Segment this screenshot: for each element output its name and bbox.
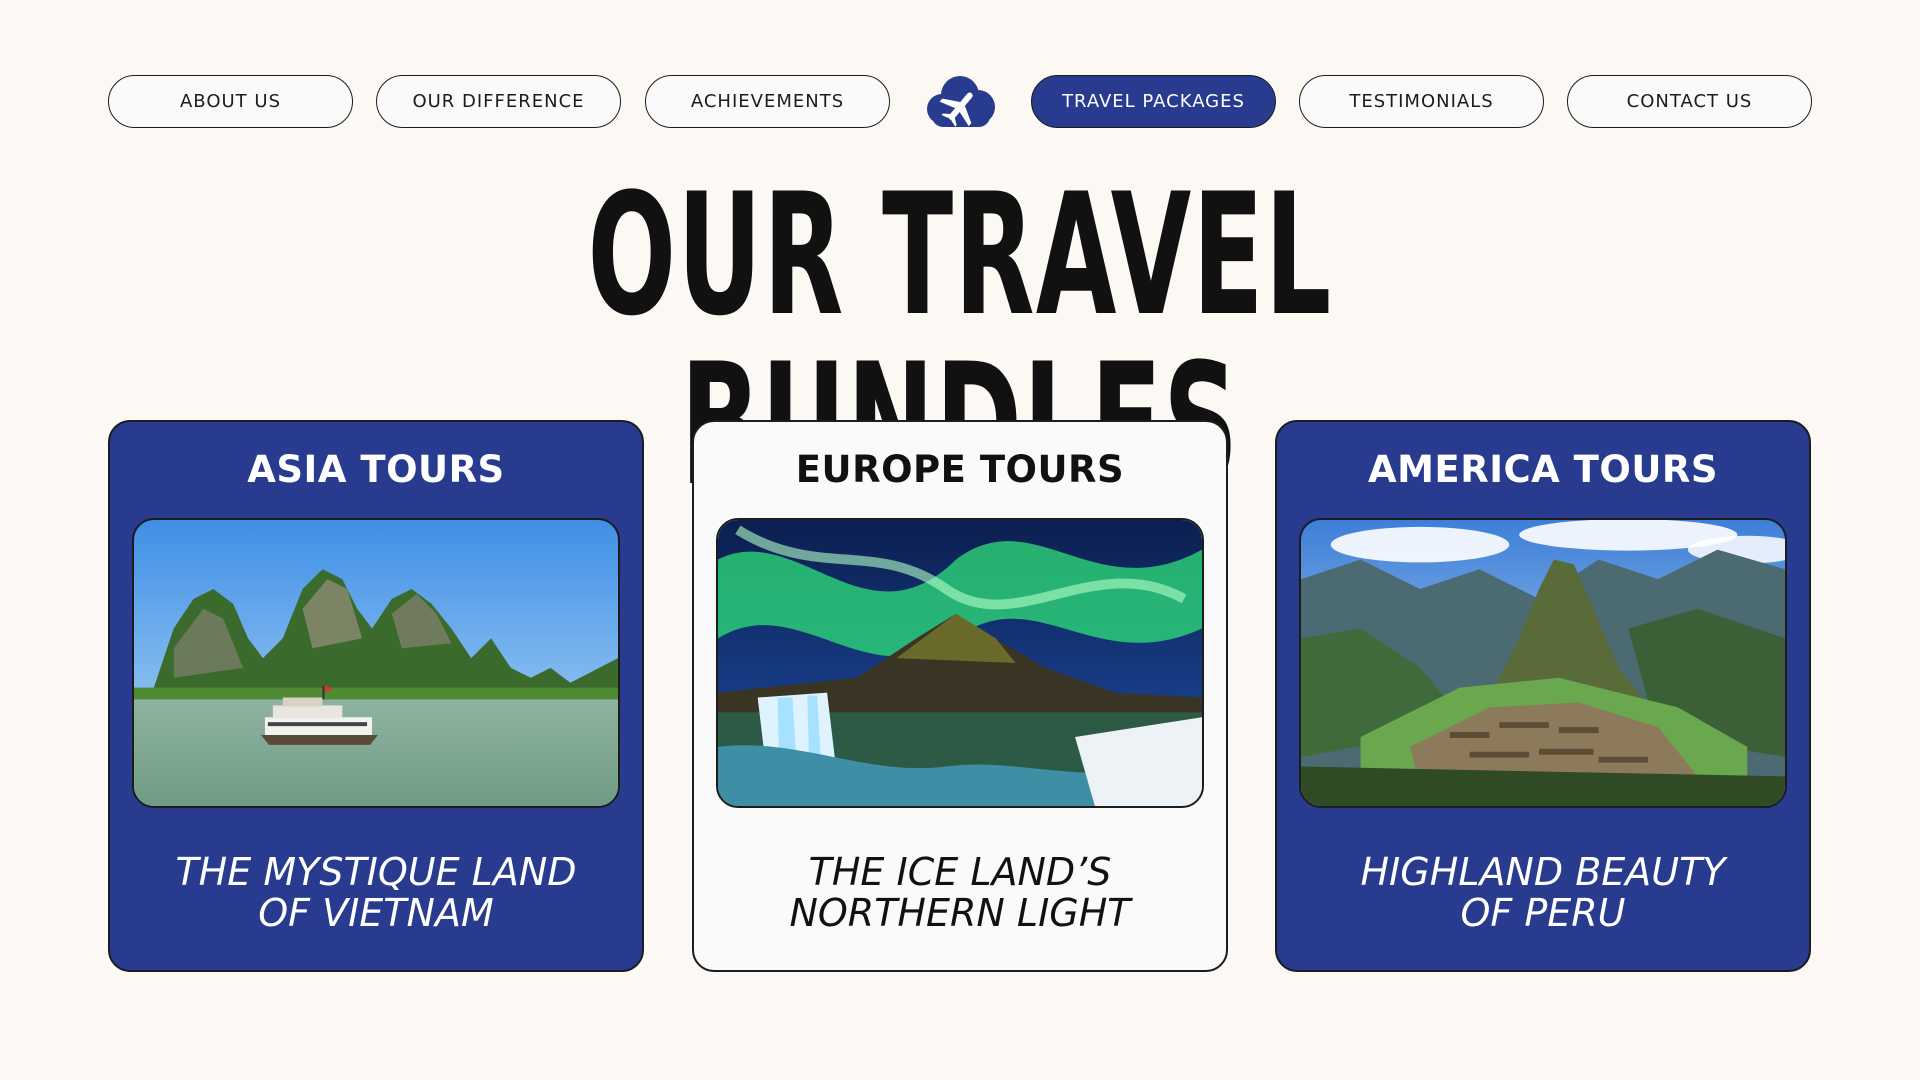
iceland-aurora-photo (716, 518, 1204, 808)
nav-contact-us-button[interactable]: CONTACT US (1567, 75, 1812, 128)
europe-tours-card[interactable]: EUROPE TOURS THE ICE LAND’S NORTHERN LIG… (692, 420, 1228, 972)
nav-achievements-button[interactable]: ACHIEVEMENTS (645, 75, 890, 128)
america-tours-card[interactable]: AMERICA TOURS HIGHLAND BEAUTY OF PERU (1275, 420, 1811, 972)
machu-picchu-photo (1299, 518, 1787, 808)
card-title: AMERICA TOURS (1367, 448, 1719, 491)
card-title: ASIA TOURS (247, 448, 505, 491)
cloud-airplane-icon[interactable] (918, 71, 1000, 131)
card-title: EUROPE TOURS (795, 448, 1125, 491)
nav-about-us-button[interactable]: ABOUT US (108, 75, 353, 128)
nav-our-difference-button[interactable]: OUR DIFFERENCE (376, 75, 621, 128)
card-subtitle: THE ICE LAND’S NORTHERN LIGHT (789, 850, 1131, 935)
nav-travel-packages-button[interactable]: TRAVEL PACKAGES (1031, 75, 1276, 128)
card-subtitle: HIGHLAND BEAUTY OF PERU (1360, 850, 1726, 935)
nav-testimonials-button[interactable]: TESTIMONIALS (1299, 75, 1544, 128)
card-subtitle: THE MYSTIQUE LAND OF VIETNAM (175, 850, 577, 935)
top-navigation: ABOUT US OUR DIFFERENCE ACHIEVEMENTS TRA… (108, 75, 1812, 128)
halong-bay-boat-photo (132, 518, 620, 808)
asia-tours-card[interactable]: ASIA TOURS THE MYSTIQUE LAND OF VIETNAM (108, 420, 644, 972)
